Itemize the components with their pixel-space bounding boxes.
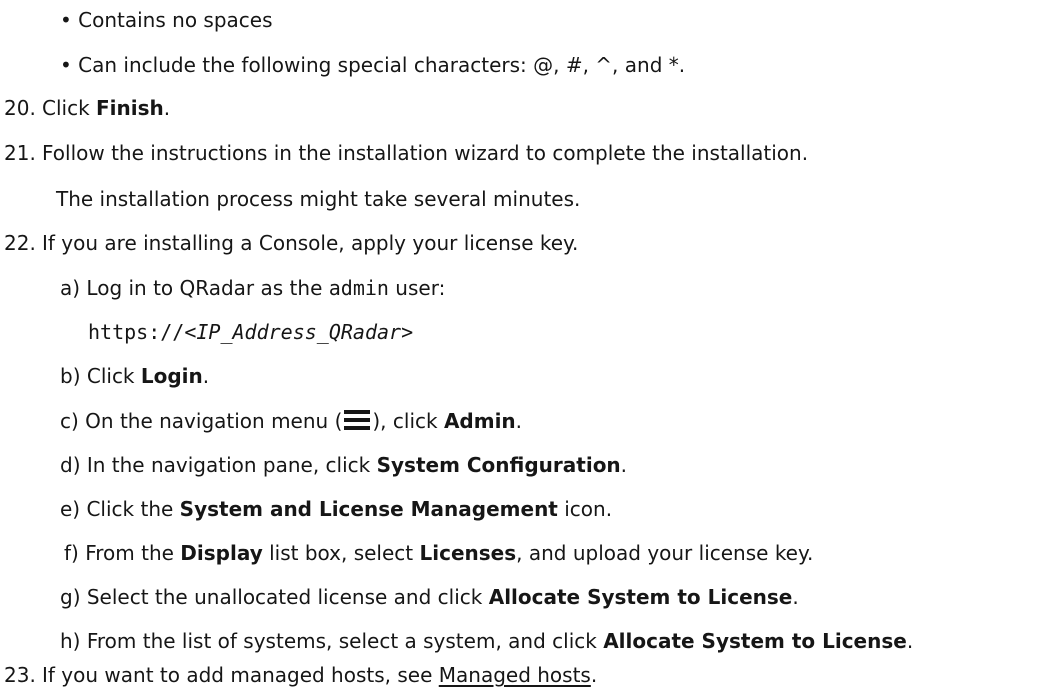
step-21-note: The installation process might take seve…	[56, 187, 581, 211]
substep-h: h) From the list of systems, select a sy…	[60, 629, 914, 653]
substep-f: f) From the Display list box, select Lic…	[64, 541, 814, 565]
licenses-label: Licenses	[419, 541, 517, 565]
hamburger-menu-icon	[344, 409, 371, 431]
substep-g: g) Select the unallocated license and cl…	[60, 585, 799, 609]
substep-d: d) In the navigation pane, click System …	[60, 453, 628, 477]
allocate-system-label-g: Allocate System to License	[488, 585, 793, 609]
step-21-text: Follow the instructions in the installat…	[42, 141, 809, 165]
display-label: Display	[180, 541, 263, 565]
step-22-number: 22.	[4, 231, 36, 255]
step-22-text: If you are installing a Console, apply y…	[42, 231, 579, 255]
step-20-pre: Click	[42, 96, 97, 120]
finish-label: Finish	[96, 96, 164, 120]
substep-a-letter: a)	[60, 276, 81, 300]
substep-b: b) Click Login.	[60, 364, 210, 388]
admin-user-code: admin	[328, 276, 389, 300]
substep-a: a) Log in to QRadar as the admin user:	[60, 276, 446, 300]
admin-label: Admin	[443, 409, 516, 433]
step-20-number: 20.	[4, 96, 36, 120]
step-20-text: Click Finish.	[42, 96, 171, 120]
substep-e: e) Click the System and License Manageme…	[60, 497, 613, 521]
qradar-url: https://<IP_Address_QRadar>	[88, 320, 414, 344]
bullet-special-characters: • Can include the following special char…	[60, 53, 686, 77]
step-23-number: 23.	[4, 663, 36, 687]
step-23-text: If you want to add managed hosts, see Ma…	[42, 663, 598, 687]
step-21-number: 21.	[4, 141, 36, 165]
login-label: Login	[140, 364, 203, 388]
managed-hosts-link[interactable]: Managed hosts	[439, 663, 591, 687]
bullet-no-spaces: • Contains no spaces	[60, 8, 273, 32]
system-license-management-label: System and License Management	[179, 497, 558, 521]
system-configuration-label: System Configuration	[376, 453, 621, 477]
substep-c: c) On the navigation menu (), click Admi…	[60, 409, 523, 433]
allocate-system-label-h: Allocate System to License	[603, 629, 907, 653]
